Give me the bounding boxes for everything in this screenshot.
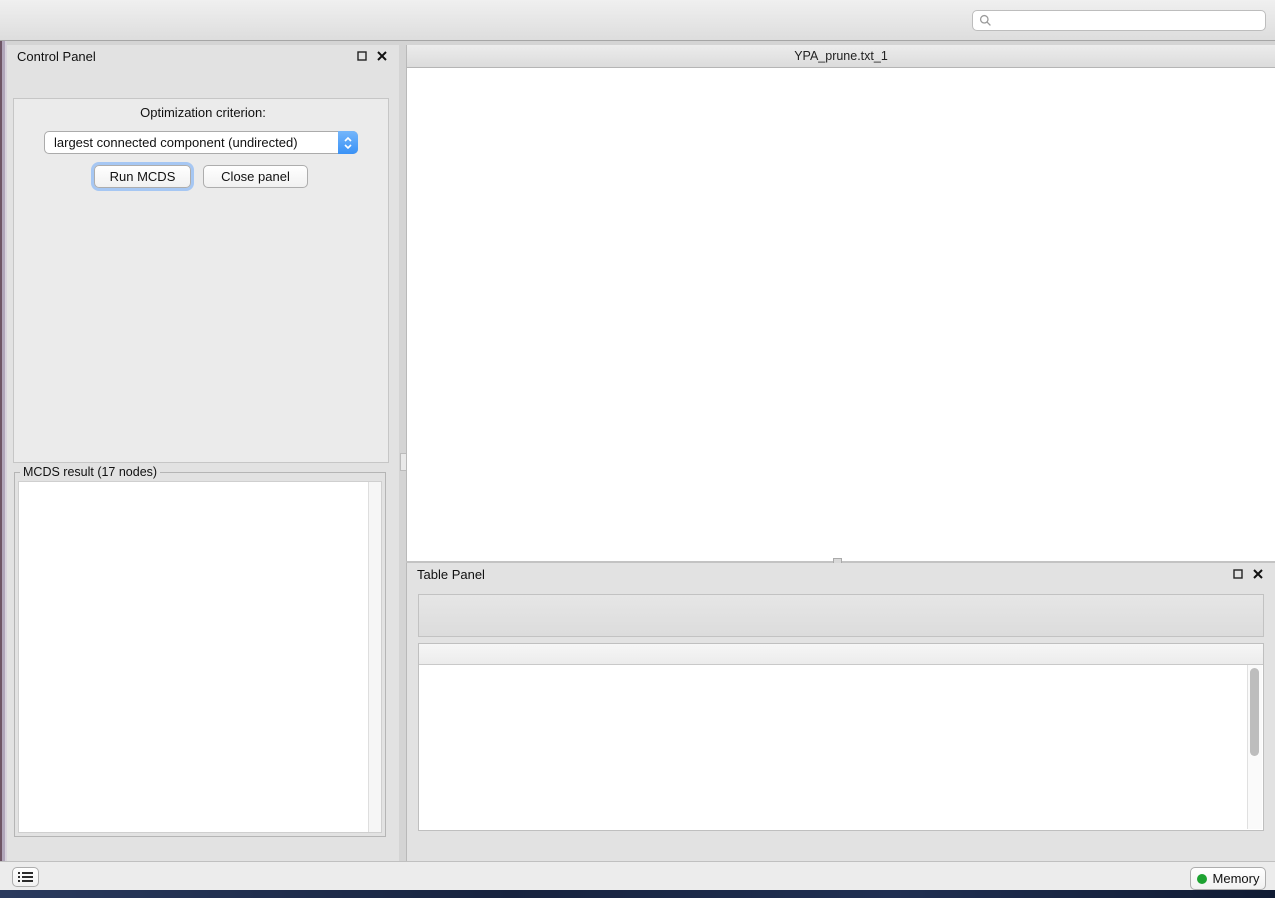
float-panel-icon[interactable] (355, 49, 369, 63)
network-view-panel: YPA_prune.txt_1 (406, 45, 1275, 561)
table-panel-header: Table Panel (407, 563, 1275, 585)
mcds-list-scrollbar[interactable] (368, 482, 381, 832)
search-input[interactable] (992, 13, 1265, 29)
control-panel: Control Panel Optimization criterion: la… (7, 45, 399, 861)
memory-button[interactable]: Memory (1190, 867, 1266, 890)
memory-label: Memory (1213, 871, 1260, 886)
desktop-wallpaper-left (0, 41, 7, 890)
show-panels-button[interactable] (12, 867, 39, 887)
mcds-result-title: MCDS result (17 nodes) (20, 465, 160, 479)
mcds-result-listbox (18, 481, 382, 833)
table-header-row (419, 644, 1263, 665)
table-panel-title: Table Panel (417, 567, 1225, 582)
table-panel: Table Panel (406, 563, 1275, 861)
node-table (418, 643, 1264, 831)
search-icon (979, 14, 992, 27)
scrollbar-thumb[interactable] (1250, 668, 1259, 756)
mcds-result-list (19, 484, 368, 832)
close-panel-icon[interactable] (1251, 567, 1265, 581)
control-panel-title: Control Panel (17, 49, 349, 64)
close-panel-button[interactable]: Close panel (203, 165, 308, 188)
table-scrollbar[interactable] (1247, 665, 1262, 829)
vertical-splitter[interactable] (399, 45, 406, 861)
network-graph[interactable] (407, 67, 1274, 560)
network-window-titlebar[interactable]: YPA_prune.txt_1 (407, 45, 1275, 68)
desktop-wallpaper-bottom (0, 890, 1275, 898)
search-box[interactable] (972, 10, 1266, 31)
table-toolbar (418, 594, 1264, 637)
criterion-select[interactable]: largest connected component (undirected) (44, 131, 358, 154)
select-stepper-icon (338, 131, 358, 154)
run-mcds-button[interactable]: Run MCDS (94, 165, 191, 188)
list-icon (18, 871, 33, 883)
float-panel-icon[interactable] (1231, 567, 1245, 581)
criterion-select-value: largest connected component (undirected) (45, 135, 338, 150)
memory-status-icon (1197, 874, 1207, 884)
control-panel-header: Control Panel (7, 45, 399, 67)
network-window-title: YPA_prune.txt_1 (407, 49, 1275, 63)
status-bar: Memory (0, 861, 1275, 890)
criterion-label: Optimization criterion: (7, 105, 399, 120)
close-panel-icon[interactable] (375, 49, 389, 63)
mcds-result-group: MCDS result (17 nodes) (14, 465, 386, 837)
